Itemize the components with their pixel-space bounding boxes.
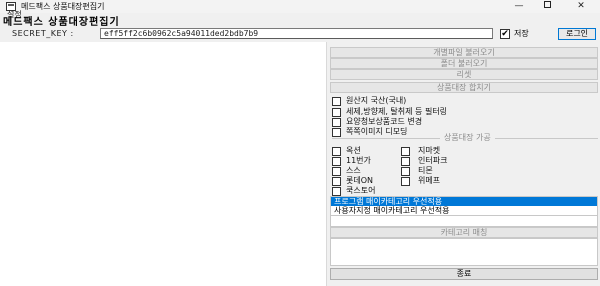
- exit-button[interactable]: 종료: [330, 268, 598, 280]
- nursing-code-label: 요양청보상품코드 변경: [346, 117, 423, 126]
- filter-detergents-label: 세제,방향제, 탈취제 등 필터링: [346, 107, 448, 116]
- origin-domestic-checkbox[interactable]: [332, 97, 341, 106]
- reset-button[interactable]: 리셋: [330, 69, 598, 80]
- wemakeprice-checkbox[interactable]: [401, 177, 410, 186]
- gmarket-checkbox[interactable]: [401, 147, 410, 156]
- maximize-icon: [543, 1, 551, 8]
- auction-label: 옥션: [346, 146, 361, 155]
- secret-key-label: SECRET_KEY :: [12, 29, 74, 38]
- interpark-checkbox[interactable]: [401, 157, 410, 166]
- gmarket-label: 지마켓: [418, 146, 441, 155]
- merge-ledger-button[interactable]: 상품대장 합치기: [330, 82, 598, 93]
- smartstore-label: 스스: [346, 166, 361, 175]
- login-button[interactable]: 로그인: [558, 28, 596, 40]
- file-list-panel[interactable]: [0, 42, 327, 286]
- interpark-label: 인터파크: [418, 156, 448, 165]
- 11st-checkbox[interactable]: [332, 157, 341, 166]
- tmon-checkbox[interactable]: [401, 167, 410, 176]
- lotteon-label: 롯데ON: [346, 176, 374, 185]
- tmon-label: 티몬: [418, 166, 433, 175]
- load-folder-button[interactable]: 폴더 불러오기: [330, 58, 598, 69]
- detail-image-label: 쪽쪽이미지 디모딩: [346, 127, 408, 136]
- coupang-label: 쿡스토어: [346, 186, 376, 195]
- category-empty-field[interactable]: [330, 215, 598, 227]
- save-checkbox[interactable]: ✔: [500, 29, 510, 39]
- origin-domestic-label: 원산지 국산(국내): [346, 96, 407, 105]
- 11st-label: 11번가: [346, 156, 371, 165]
- smartstore-checkbox[interactable]: [332, 167, 341, 176]
- category-priority-list[interactable]: 프로그램 매이카테고리 우선적용 사용자지정 매이카테고리 우선적용: [330, 196, 598, 216]
- processing-group-title: 상품대장 가공: [440, 133, 495, 143]
- detail-image-checkbox[interactable]: [332, 128, 341, 137]
- list-item-program-category[interactable]: 프로그램 매이카테고리 우선적용: [331, 197, 597, 206]
- wemakeprice-label: 위메프: [418, 176, 441, 185]
- list-item-user-category[interactable]: 사용자지정 매이카테고리 우선적용: [331, 206, 597, 215]
- lotteon-checkbox[interactable]: [332, 177, 341, 186]
- auction-checkbox[interactable]: [332, 147, 341, 156]
- load-individual-button[interactable]: 개별파일 불러오기: [330, 47, 598, 58]
- category-match-button[interactable]: 카테고리 매칭: [330, 227, 598, 238]
- filter-detergents-checkbox[interactable]: [332, 108, 341, 117]
- log-textarea[interactable]: [330, 238, 598, 266]
- secret-key-input[interactable]: eff5ff2c6b0962c5a94011ded2bdb7b9: [100, 28, 493, 39]
- nursing-code-checkbox[interactable]: [332, 118, 341, 127]
- coupang-checkbox[interactable]: [332, 187, 341, 196]
- save-label: 저장: [514, 29, 529, 38]
